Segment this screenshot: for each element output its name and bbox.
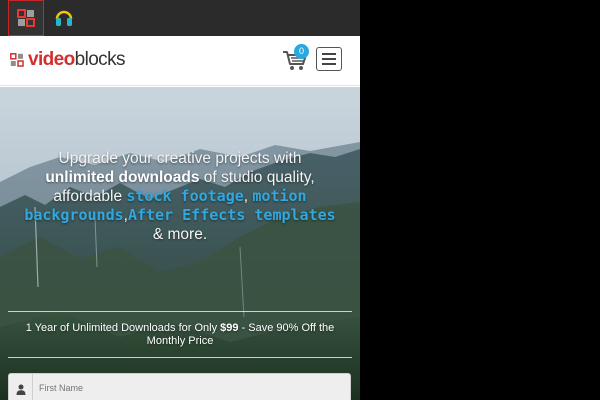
- first-name-field: [8, 373, 351, 400]
- logo-icon: [10, 53, 24, 67]
- browser-viewport: videoblocks 0 Upgrade your creative proj…: [0, 0, 600, 400]
- logo-text: videoblocks: [28, 49, 125, 70]
- mobile-page: videoblocks 0 Upgrade your creative proj…: [0, 0, 360, 400]
- first-name-input[interactable]: [35, 378, 335, 398]
- stock-footage-link[interactable]: stock footage: [126, 187, 243, 205]
- user-icon: [9, 374, 33, 400]
- videoblocks-app-tab[interactable]: [8, 0, 44, 36]
- audioblocks-app-icon: [55, 10, 73, 26]
- hamburger-icon: [322, 53, 336, 55]
- unlimited-downloads-text: unlimited downloads: [45, 169, 200, 186]
- hero-section: Upgrade your creative projects with unli…: [0, 87, 360, 400]
- cart-count-badge: 0: [294, 44, 309, 59]
- offer-price: $99: [220, 322, 239, 334]
- site-header: videoblocks 0: [0, 36, 360, 86]
- videoblocks-app-icon: [17, 9, 35, 27]
- after-effects-templates-link[interactable]: After Effects templates: [128, 206, 336, 224]
- videoblocks-logo[interactable]: videoblocks: [10, 49, 125, 71]
- offer-banner: 1 Year of Unlimited Downloads for Only $…: [8, 311, 352, 358]
- menu-button[interactable]: [316, 47, 342, 71]
- hero-headline: Upgrade your creative projects with unli…: [24, 150, 336, 243]
- app-bar: [0, 0, 360, 36]
- audioblocks-app-tab[interactable]: [46, 0, 82, 36]
